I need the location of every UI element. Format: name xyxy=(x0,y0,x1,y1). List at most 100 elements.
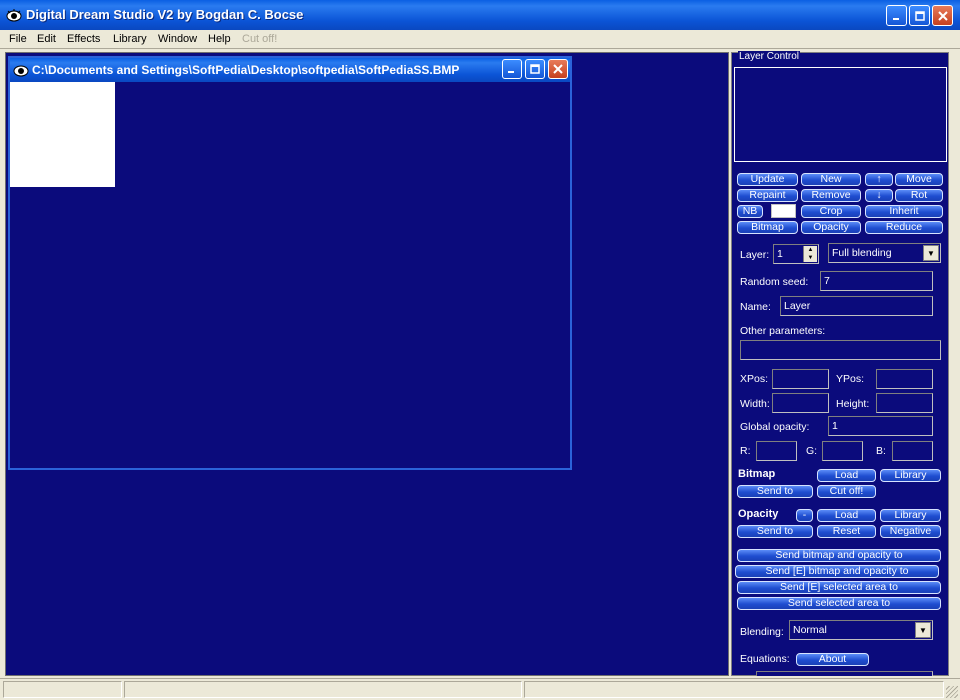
opacity-library-button[interactable]: Library xyxy=(880,509,941,522)
new-button[interactable]: New xyxy=(801,173,861,186)
width-input[interactable] xyxy=(772,393,829,413)
bitmap-heading: Bitmap xyxy=(738,468,776,480)
b-label: B: xyxy=(876,445,886,457)
inherit-button[interactable]: Inherit xyxy=(865,205,943,218)
menu-edit[interactable]: Edit xyxy=(37,33,56,45)
spin-up-icon[interactable]: ▲ xyxy=(804,246,817,254)
layer-preview[interactable] xyxy=(734,67,947,162)
crop-button[interactable]: Crop xyxy=(801,205,861,218)
b-input[interactable] xyxy=(892,441,933,461)
app-title-bar[interactable]: Digital Dream Studio V2 by Bogdan C. Boc… xyxy=(0,0,960,30)
blending-mode-select[interactable]: Full blending ▼ xyxy=(828,243,941,263)
other-params-input[interactable] xyxy=(740,340,941,360)
blending-label: Blending: xyxy=(740,626,784,638)
blending-mode-value: Full blending xyxy=(832,247,892,259)
random-seed-input[interactable]: 7 xyxy=(820,271,933,291)
layer-label: Layer: xyxy=(740,249,770,261)
minimize-icon xyxy=(892,17,899,20)
doc-minimize-button[interactable] xyxy=(502,59,522,79)
bitmap-button[interactable]: Bitmap xyxy=(737,221,798,234)
global-opacity-input[interactable]: 1 xyxy=(828,416,933,436)
move-button[interactable]: Move xyxy=(895,173,943,186)
layer-spinner[interactable]: 1 ▲ ▼ xyxy=(773,244,819,264)
layer-control-label: Layer Control xyxy=(738,51,801,62)
doc-close-button[interactable] xyxy=(548,59,568,79)
chevron-down-icon[interactable]: ▼ xyxy=(923,245,939,261)
name-value: Layer xyxy=(784,300,811,312)
opacity-load-button[interactable]: Load xyxy=(817,509,876,522)
name-label: Name: xyxy=(740,301,771,313)
nb-button[interactable]: NB xyxy=(737,205,763,218)
bitmap-cut-off-button[interactable]: Cut off! xyxy=(817,485,876,498)
menu-library[interactable]: Library xyxy=(113,33,147,45)
send-bitmap-opacity-button[interactable]: Send bitmap and opacity to xyxy=(737,549,941,562)
about-button[interactable]: About xyxy=(796,653,869,666)
equations-label: Equations: xyxy=(740,653,790,665)
close-button[interactable] xyxy=(932,5,953,26)
g-input[interactable] xyxy=(822,441,863,461)
xpos-input[interactable] xyxy=(772,369,829,389)
image-canvas[interactable] xyxy=(10,82,115,187)
move-down-button[interactable]: ↓ xyxy=(865,189,893,202)
random-seed-label: Random seed: xyxy=(740,276,809,288)
move-up-button[interactable]: ↑ xyxy=(865,173,893,186)
opacity-button[interactable]: Opacity xyxy=(801,221,861,234)
g-label: G: xyxy=(806,445,818,457)
opacity-negative-button[interactable]: Negative xyxy=(880,525,941,538)
ypos-input[interactable] xyxy=(876,369,933,389)
color-swatch[interactable] xyxy=(771,204,796,218)
bitmap-load-button[interactable]: Load xyxy=(817,469,876,482)
app-title: Digital Dream Studio V2 by Bogdan C. Boc… xyxy=(26,7,304,22)
menu-effects[interactable]: Effects xyxy=(67,33,100,45)
menu-bar: File Edit Effects Library Window Help Cu… xyxy=(0,30,960,49)
minimize-icon xyxy=(508,71,514,73)
document-title: C:\Documents and Settings\SoftPedia\Desk… xyxy=(32,63,460,77)
maximize-icon xyxy=(914,10,925,21)
send-selected-area-button[interactable]: Send selected area to xyxy=(737,597,941,610)
eye-icon xyxy=(13,65,29,77)
xpos-label: XPos: xyxy=(740,373,769,385)
repaint-button[interactable]: Repaint xyxy=(737,189,798,202)
opacity-dropdown-button[interactable]: - xyxy=(796,509,813,522)
layer-control-panel: Layer Control Update New ↑ Move Repaint … xyxy=(731,51,949,676)
spin-down-icon[interactable]: ▼ xyxy=(804,254,817,262)
r-input[interactable] xyxy=(756,441,797,461)
minimize-button[interactable] xyxy=(886,5,907,26)
resize-grip-icon[interactable] xyxy=(946,686,958,698)
blending-value: Normal xyxy=(793,624,827,636)
chevron-down-icon[interactable]: ▼ xyxy=(915,622,931,638)
close-icon xyxy=(937,10,948,21)
menu-window[interactable]: Window xyxy=(158,33,197,45)
global-opacity-label: Global opacity: xyxy=(740,421,810,433)
blending-select[interactable]: Normal ▼ xyxy=(789,620,933,640)
width-label: Width: xyxy=(740,398,770,410)
spinner-arrows[interactable]: ▲ ▼ xyxy=(803,246,817,262)
maximize-icon xyxy=(530,64,540,74)
maximize-button[interactable] xyxy=(909,5,930,26)
update-button[interactable]: Update xyxy=(737,173,798,186)
document-window[interactable]: C:\Documents and Settings\SoftPedia\Desk… xyxy=(8,56,572,470)
opacity-send-to-button[interactable]: Send to xyxy=(737,525,813,538)
name-input[interactable]: Layer xyxy=(780,296,933,316)
r-label: R: xyxy=(740,445,751,457)
doc-maximize-button[interactable] xyxy=(525,59,545,79)
remove-button[interactable]: Remove xyxy=(801,189,861,202)
menu-file[interactable]: File xyxy=(9,33,27,45)
bitmap-send-to-button[interactable]: Send to xyxy=(737,485,813,498)
height-input[interactable] xyxy=(876,393,933,413)
eye-icon xyxy=(6,9,22,22)
menu-cut-off[interactable]: Cut off! xyxy=(242,33,277,45)
rot-button[interactable]: Rot xyxy=(895,189,943,202)
send-e-bitmap-opacity-button[interactable]: Send [E] bitmap and opacity to xyxy=(735,565,939,578)
reduce-button[interactable]: Reduce xyxy=(865,221,943,234)
document-title-bar[interactable]: C:\Documents and Settings\SoftPedia\Desk… xyxy=(10,58,570,82)
menu-help[interactable]: Help xyxy=(208,33,231,45)
opacity-reset-button[interactable]: Reset xyxy=(817,525,876,538)
other-params-label: Other parameters: xyxy=(740,325,826,337)
send-e-selected-area-button[interactable]: Send [E] selected area to xyxy=(737,581,941,594)
random-seed-value: 7 xyxy=(824,275,830,287)
opacity-heading: Opacity xyxy=(738,508,779,520)
equations-input[interactable] xyxy=(756,671,933,676)
bitmap-library-button[interactable]: Library xyxy=(880,469,941,482)
global-opacity-value: 1 xyxy=(832,420,838,432)
